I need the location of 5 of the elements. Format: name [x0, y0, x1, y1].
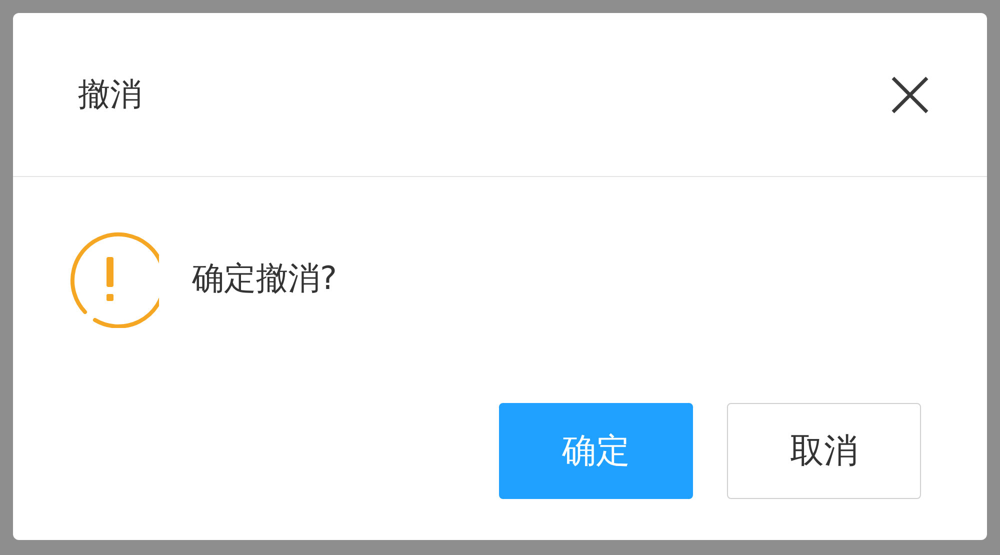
close-icon — [890, 74, 930, 114]
confirm-message: 确定撤消? — [192, 258, 337, 299]
cancel-button[interactable]: 取消 — [727, 403, 921, 499]
dialog-title: 撤消 — [78, 74, 142, 114]
close-button[interactable] — [890, 74, 930, 114]
